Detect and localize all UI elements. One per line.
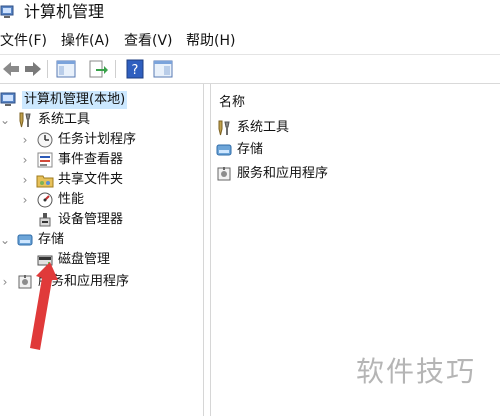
list-item-label: 服务和应用程序 xyxy=(237,166,329,181)
tree-item-label: 共享文件夹 xyxy=(58,172,124,187)
tree-item-label: 设备管理器 xyxy=(58,212,124,227)
toolbar-separator xyxy=(115,60,116,78)
event-viewer-icon xyxy=(37,152,53,168)
title-bar: 计算机管理 xyxy=(0,0,500,28)
column-header-name[interactable]: 名称 xyxy=(219,94,245,112)
computer-management-icon xyxy=(0,5,14,18)
red-annotation-arrow xyxy=(30,262,58,350)
performance-icon xyxy=(37,192,53,208)
chevron-down-icon[interactable]: ⌄ xyxy=(0,113,10,127)
export-list-icon[interactable] xyxy=(87,58,109,80)
tree-item-event-viewer[interactable]: › 事件查看器 xyxy=(20,150,123,170)
tree-item-label: 系统工具 xyxy=(38,112,91,127)
tree-item-shared-folders[interactable]: › 共享文件夹 xyxy=(20,170,123,190)
tree-root-label: 计算机管理(本地) xyxy=(22,91,128,109)
chevron-down-icon[interactable]: ⌄ xyxy=(0,233,10,247)
tree-item-label: 任务计划程序 xyxy=(58,132,137,147)
tree-item-storage[interactable]: ⌄ 存储 xyxy=(0,230,64,250)
svg-text:?: ? xyxy=(132,63,139,78)
tree-item-label: 性能 xyxy=(58,192,85,207)
clock-icon xyxy=(37,132,53,148)
shared-folder-icon xyxy=(36,175,54,188)
menu-file[interactable]: 文件(F) xyxy=(0,31,47,51)
toolbar: ? xyxy=(0,55,500,84)
services-icon xyxy=(217,167,231,181)
console-tree-icon[interactable] xyxy=(55,58,77,80)
list-item-services-applications[interactable]: 服务和应用程序 xyxy=(215,164,328,184)
help-icon[interactable]: ? xyxy=(124,58,146,80)
back-arrow-icon[interactable] xyxy=(0,58,22,80)
toolbar-separator xyxy=(47,60,48,78)
device-manager-icon xyxy=(39,213,51,227)
list-item-label: 存储 xyxy=(237,142,264,157)
list-item-label: 系统工具 xyxy=(237,120,290,135)
watermark: 软件技巧 xyxy=(356,355,477,388)
chevron-right-icon[interactable]: › xyxy=(0,275,10,289)
tree-item-performance[interactable]: › 性能 xyxy=(20,190,84,210)
chevron-right-icon[interactable]: › xyxy=(20,153,30,167)
menu-bar: 文件(F) 操作(A) 查看(V) 帮助(H) xyxy=(0,28,500,55)
menu-help[interactable]: 帮助(H) xyxy=(186,31,235,51)
list-item-system-tools[interactable]: 系统工具 xyxy=(215,118,289,138)
tree-item-task-scheduler[interactable]: › 任务计划程序 xyxy=(20,130,136,150)
menu-action[interactable]: 操作(A) xyxy=(61,31,110,51)
chevron-right-icon[interactable]: › xyxy=(20,193,30,207)
mmc-view-icon[interactable] xyxy=(152,58,174,80)
tree-item-device-manager[interactable]: 设备管理器 xyxy=(36,210,123,230)
storage-icon xyxy=(216,144,232,156)
tree-item-label: 事件查看器 xyxy=(58,152,124,167)
tree-root[interactable]: 计算机管理(本地) xyxy=(0,90,128,110)
menu-view[interactable]: 查看(V) xyxy=(124,31,173,51)
chevron-right-icon[interactable]: › xyxy=(20,173,30,187)
list-item-storage[interactable]: 存储 xyxy=(215,140,263,160)
console-tree: 计算机管理(本地) ⌄ 系统工具 › 任务计划程序 › 事件查看器 › 共享文件… xyxy=(0,84,204,416)
chevron-right-icon[interactable]: › xyxy=(20,133,30,147)
storage-icon xyxy=(17,234,33,246)
tree-item-label: 存储 xyxy=(38,232,65,247)
tools-icon xyxy=(19,112,31,128)
window-title: 计算机管理 xyxy=(24,2,105,21)
tree-item-label: 磁盘管理 xyxy=(58,252,111,267)
computer-management-icon xyxy=(0,92,16,106)
tree-item-system-tools[interactable]: ⌄ 系统工具 xyxy=(0,110,90,130)
tools-icon xyxy=(218,120,230,136)
forward-arrow-icon[interactable] xyxy=(22,58,44,80)
